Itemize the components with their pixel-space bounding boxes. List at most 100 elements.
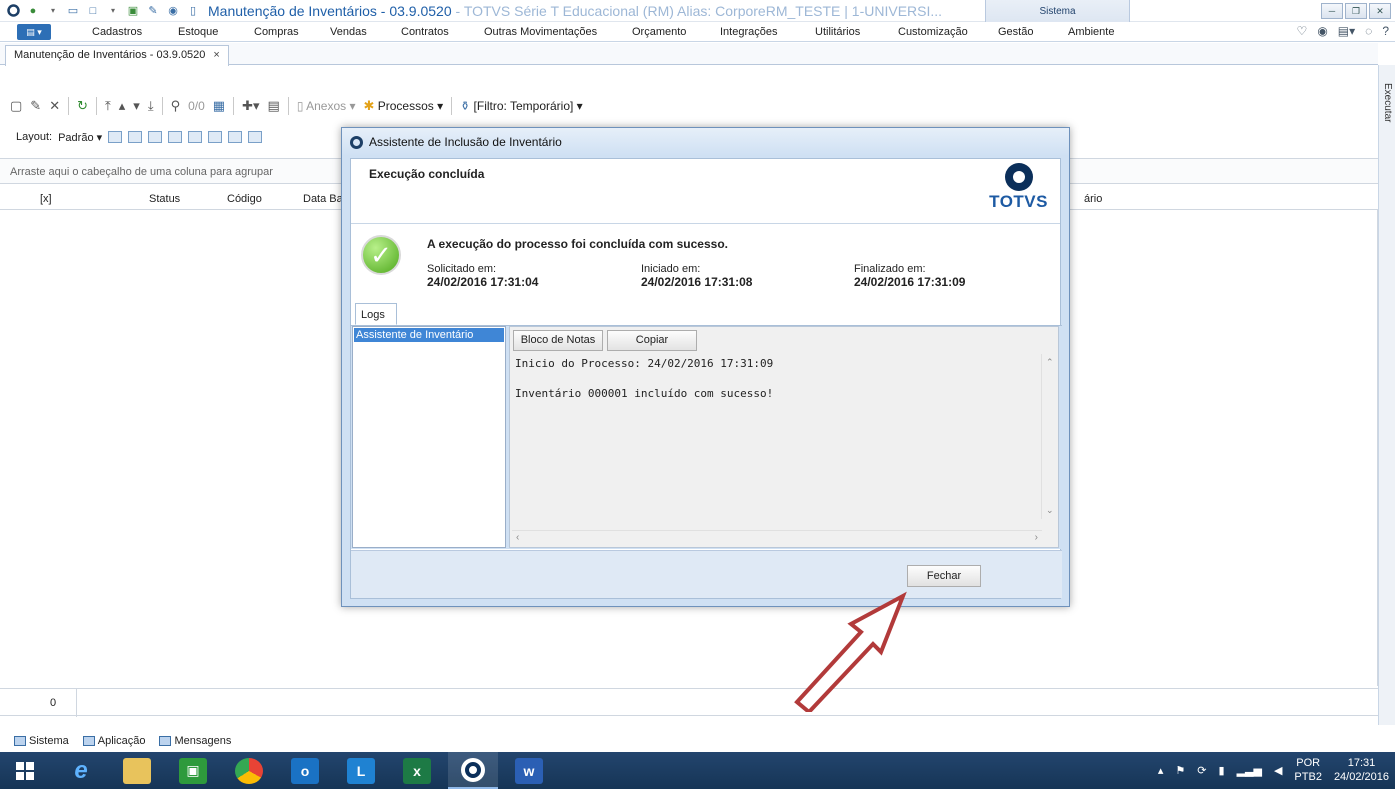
start-button[interactable] — [0, 752, 50, 789]
layout-edit-icon[interactable] — [248, 131, 263, 143]
menu-utilitarios[interactable]: Utilitários — [815, 26, 860, 38]
log-list-item[interactable]: Assistente de Inventário — [354, 328, 504, 342]
excel-icon[interactable]: x — [392, 752, 442, 789]
system-tray: ▴ ⚑ ⟳ ▮ ▂▃▅ ◀ POR PTB2 17:31 24/02/2016 — [1158, 756, 1389, 784]
menu-orcamento[interactable]: Orçamento — [632, 26, 686, 38]
bloco-de-notas-button[interactable]: Bloco de Notas — [513, 330, 603, 351]
chrome-icon[interactable] — [224, 752, 274, 789]
column-select[interactable]: [x] — [40, 193, 52, 205]
vertical-scrollbar[interactable]: ⌃ ⌄ — [1041, 354, 1057, 519]
restore-icon[interactable]: ❐ — [1345, 3, 1367, 19]
menu-vendas[interactable]: Vendas — [330, 26, 367, 38]
menu-contratos[interactable]: Contratos — [401, 26, 449, 38]
log-text-area[interactable]: Inicio do Processo: 24/02/2016 17:31:09 … — [512, 354, 1042, 534]
status-sistema[interactable]: Sistema — [14, 735, 69, 747]
lightbulb-icon[interactable]: ◌ — [1365, 24, 1372, 38]
print-icon[interactable]: ▤ — [268, 98, 280, 114]
tab-manutencao-inventarios[interactable]: Manutenção de Inventários - 03.9.0520 × — [5, 45, 229, 66]
executar-side-tab[interactable]: Executar — [1382, 83, 1393, 122]
clock[interactable]: 17:31 24/02/2016 — [1334, 756, 1389, 784]
processos-button[interactable]: ✱ Processos ▾ — [363, 98, 443, 114]
menu-ambiente[interactable]: Ambiente — [1068, 26, 1114, 38]
puzzle-icon[interactable]: ✚▾ — [242, 98, 259, 114]
menu-estoque[interactable]: Estoque — [178, 26, 218, 38]
previous-record-icon[interactable]: ▴ — [119, 98, 126, 114]
fechar-button[interactable]: Fechar — [907, 565, 981, 587]
wifi-icon[interactable]: ▂▃▅ — [1237, 764, 1262, 777]
volume-icon[interactable]: ◀ — [1274, 764, 1282, 777]
logs-list[interactable]: Assistente de Inventário — [352, 326, 506, 548]
scroll-left-icon[interactable]: ‹ — [516, 532, 519, 543]
delete-icon[interactable]: ✕ — [49, 98, 60, 114]
help-icon[interactable]: ? — [1382, 24, 1389, 38]
horizontal-scrollbar[interactable]: ‹ › — [512, 530, 1042, 545]
status-aplicacao[interactable]: Aplicação — [82, 735, 145, 747]
help-icon[interactable]: ◉ — [166, 4, 180, 18]
window-icon[interactable]: □ — [86, 4, 100, 18]
tab-logs[interactable]: Logs — [355, 303, 397, 325]
totvs-app-icon[interactable] — [448, 752, 498, 789]
grid-icon[interactable]: ▣ — [126, 4, 140, 18]
sync-icon[interactable]: ⟳ — [1197, 764, 1206, 777]
new-record-icon[interactable]: ▢ — [10, 98, 22, 114]
anexos-button[interactable]: ▯ Anexos ▾ — [297, 99, 356, 113]
layout-columns-icon[interactable] — [148, 131, 163, 143]
layout-export-icon[interactable] — [168, 131, 183, 143]
scroll-right-icon[interactable]: › — [1035, 532, 1038, 543]
success-check-icon: ✓ — [361, 235, 401, 275]
language-indicator[interactable]: POR PTB2 — [1294, 756, 1322, 784]
battery-icon[interactable]: ▮ — [1219, 764, 1225, 777]
close-icon[interactable]: × — [213, 49, 219, 61]
user-icon[interactable]: ◉ — [1317, 24, 1327, 38]
layout-load-icon[interactable] — [128, 131, 143, 143]
heart-icon[interactable]: ♡ — [1297, 24, 1308, 38]
layout-icon[interactable]: ▤▾ — [1338, 24, 1355, 38]
minimize-icon[interactable]: ─ — [1321, 3, 1343, 19]
refresh-icon[interactable]: ↻ — [77, 98, 88, 114]
column-codigo[interactable]: Código — [227, 193, 262, 205]
first-record-icon[interactable]: ⤒ — [105, 98, 111, 114]
layout-grid-icon[interactable] — [208, 131, 223, 143]
menu-customizacao[interactable]: Customização — [898, 26, 968, 38]
new-window-icon[interactable]: ▭ — [66, 4, 80, 18]
copiar-button[interactable]: Copiar — [607, 330, 697, 351]
last-record-icon[interactable]: ⤓ — [148, 98, 154, 114]
column-status[interactable]: Status — [149, 193, 180, 205]
filtro-button[interactable]: ⚱ [Filtro: Temporário] ▾ — [460, 99, 583, 113]
document-icon[interactable]: ▯ — [186, 4, 200, 18]
scroll-up-icon[interactable]: ⌃ — [1046, 357, 1054, 368]
menu-outras-movimentacoes[interactable]: Outras Movimentações — [484, 26, 597, 38]
layout-sum-icon[interactable] — [228, 131, 243, 143]
pin-icon[interactable]: ✎ — [146, 4, 160, 18]
dialog-title-bar[interactable]: Assistente de Inclusão de Inventário — [342, 128, 1069, 156]
edit-record-icon[interactable]: ✎ — [30, 98, 41, 114]
menu-integracoes[interactable]: Integrações — [720, 26, 777, 38]
next-record-icon[interactable]: ▾ — [133, 98, 140, 114]
chevron-up-icon[interactable]: ▴ — [1158, 764, 1164, 777]
ribbon-menu-bar: ▤ ▾ Cadastros Estoque Compras Vendas Con… — [0, 22, 1395, 42]
lync-icon[interactable]: L — [336, 752, 386, 789]
internet-explorer-icon[interactable]: e — [56, 752, 106, 789]
calendar-icon[interactable]: ▦ — [213, 98, 225, 114]
column-data-base[interactable]: Data Ba — [303, 193, 343, 205]
column-usuario[interactable]: ário — [1084, 193, 1102, 205]
file-explorer-icon[interactable] — [112, 752, 162, 789]
menu-gestao[interactable]: Gestão — [998, 26, 1033, 38]
layout-save-icon[interactable] — [108, 131, 123, 143]
menu-cadastros[interactable]: Cadastros — [92, 26, 142, 38]
padrao-dropdown[interactable]: Padrão ▾ — [58, 131, 102, 144]
globe-icon[interactable]: ● — [26, 4, 40, 18]
word-icon[interactable]: w — [504, 752, 554, 789]
status-mensagens[interactable]: Mensagens — [159, 735, 231, 747]
app-menu-button[interactable]: ▤ ▾ — [17, 23, 51, 40]
outlook-icon[interactable]: o — [280, 752, 330, 789]
dropdown-icon[interactable]: ▾ — [46, 4, 60, 18]
scroll-down-icon[interactable]: ⌄ — [1046, 505, 1054, 516]
menu-compras[interactable]: Compras — [254, 26, 299, 38]
dropdown-icon[interactable]: ▾ — [106, 4, 120, 18]
flag-icon[interactable]: ⚑ — [1175, 764, 1185, 777]
layout-import-icon[interactable] — [188, 131, 203, 143]
close-icon[interactable]: ✕ — [1369, 3, 1391, 19]
store-icon[interactable]: ▣ — [168, 752, 218, 789]
binoculars-icon[interactable]: ⚲ — [171, 98, 181, 114]
